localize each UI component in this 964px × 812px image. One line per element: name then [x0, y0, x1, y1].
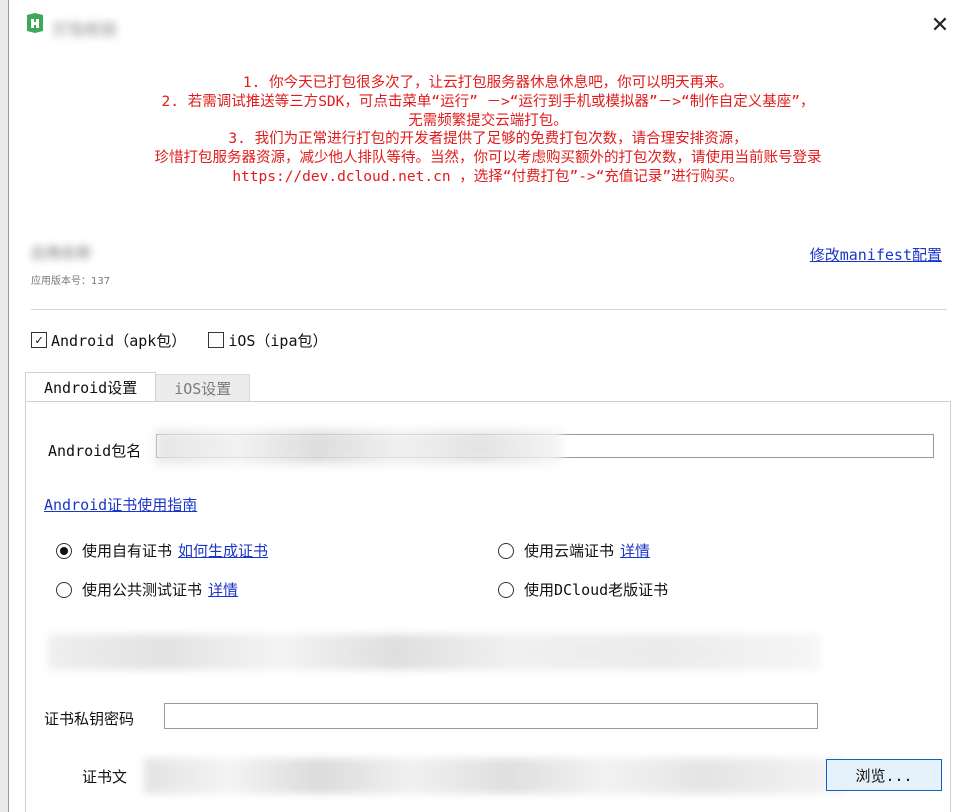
certificate-guide-link[interactable]: Android证书使用指南 [44, 494, 197, 515]
radio-unselected-icon[interactable] [498, 542, 514, 559]
notice-line: 珍惜打包服务器资源，减少他人排队等待。当然，你可以考虑购买额外的打包次数，请使用… [154, 150, 822, 167]
certificate-alias-redacted [48, 634, 820, 670]
own-certificate-label: 使用自有证书 [82, 542, 173, 560]
android-platform-label: Android（apk包） [51, 331, 187, 350]
ios-platform-label: iOS（ipa包） [228, 331, 328, 350]
app-name: 应用名称 [31, 244, 92, 262]
notice-line: 1. 你今天已打包很多次了，让云打包服务器休息休息吧，你可以明天再来。 [242, 75, 734, 91]
hbuilder-icon [27, 13, 43, 33]
certificate-file-label: 证书文 [82, 768, 128, 786]
notice-line: 3. 我们为正常进行打包的开发者提供了足够的免费打包次数，请合理安排资源， [228, 131, 748, 148]
notice-line: https://dev.dcloud.net.cn ，选择“付费打包”->“充值… [232, 168, 744, 185]
cloud-certificate-label: 使用云端证书 [524, 542, 615, 560]
notice-line: 2. 若需调试推送等三方SDK，可点击菜单“运行” －>“运行到手机或模拟器”－… [161, 93, 815, 110]
app-version-label: 应用版本号：137 [31, 276, 111, 287]
private-key-password-label: 证书私钥密码 [44, 710, 135, 728]
cloud-certificate-details-link[interactable]: 详情 [620, 540, 650, 561]
package-name-redacted [156, 430, 562, 464]
background-strip [0, 0, 8, 812]
radio-legacy-dcloud-certificate[interactable]: 使用DCloud老版证书 [498, 579, 668, 600]
window-title: 打包校验 [53, 20, 118, 39]
close-icon[interactable]: ✕ [925, 10, 955, 40]
legacy-dcloud-certificate-label: 使用DCloud老版证书 [524, 581, 669, 599]
ios-platform-checkbox[interactable]: iOS（ipa包） [208, 330, 328, 351]
radio-unselected-icon[interactable] [498, 581, 514, 598]
public-test-certificate-label: 使用公共测试证书 [82, 581, 203, 599]
certificate-file-path-redacted [144, 758, 844, 794]
android-settings-panel: Android包名 Android证书使用指南 使用自有证书 如何生成证书 使用… [25, 401, 951, 812]
tab-android-settings[interactable]: Android设置 [25, 372, 157, 402]
checkbox-unchecked-icon[interactable] [208, 332, 225, 348]
radio-cloud-certificate[interactable]: 使用云端证书 详情 [498, 540, 650, 561]
notice-line: 无需频繁提交云端打包。 [408, 112, 568, 129]
tab-ios-settings[interactable]: iOS设置 [156, 374, 251, 402]
browse-button[interactable]: 浏览... [826, 759, 942, 791]
edit-manifest-link[interactable]: 修改manifest配置 [810, 244, 942, 265]
public-test-certificate-details-link[interactable]: 详情 [208, 579, 238, 600]
radio-unselected-icon[interactable] [56, 581, 72, 598]
package-name-label: Android包名 [48, 442, 142, 460]
private-key-password-input[interactable] [164, 703, 818, 729]
checkbox-checked-icon[interactable]: ✓ [31, 332, 47, 348]
android-platform-checkbox[interactable]: ✓ Android（apk包） [31, 330, 186, 351]
platform-selector: ✓ Android（apk包） iOS（ipa包） [31, 328, 350, 352]
how-to-generate-certificate-link[interactable]: 如何生成证书 [178, 540, 268, 561]
settings-tabs: Android设置 iOS设置 [25, 372, 251, 402]
section-divider [31, 309, 947, 310]
radio-selected-icon[interactable] [56, 542, 72, 559]
publish-dialog: 打包校验 ✕ 1. 你今天已打包很多次了，让云打包服务器休息休息吧，你可以明天再… [8, 0, 964, 812]
rate-limit-notice: 1. 你今天已打包很多次了，让云打包服务器休息休息吧，你可以明天再来。 2. 若… [27, 74, 949, 187]
title-bar: 打包校验 ✕ [9, 0, 964, 50]
radio-public-test-certificate[interactable]: 使用公共测试证书 详情 [56, 579, 238, 600]
radio-own-certificate[interactable]: 使用自有证书 如何生成证书 [56, 540, 268, 561]
